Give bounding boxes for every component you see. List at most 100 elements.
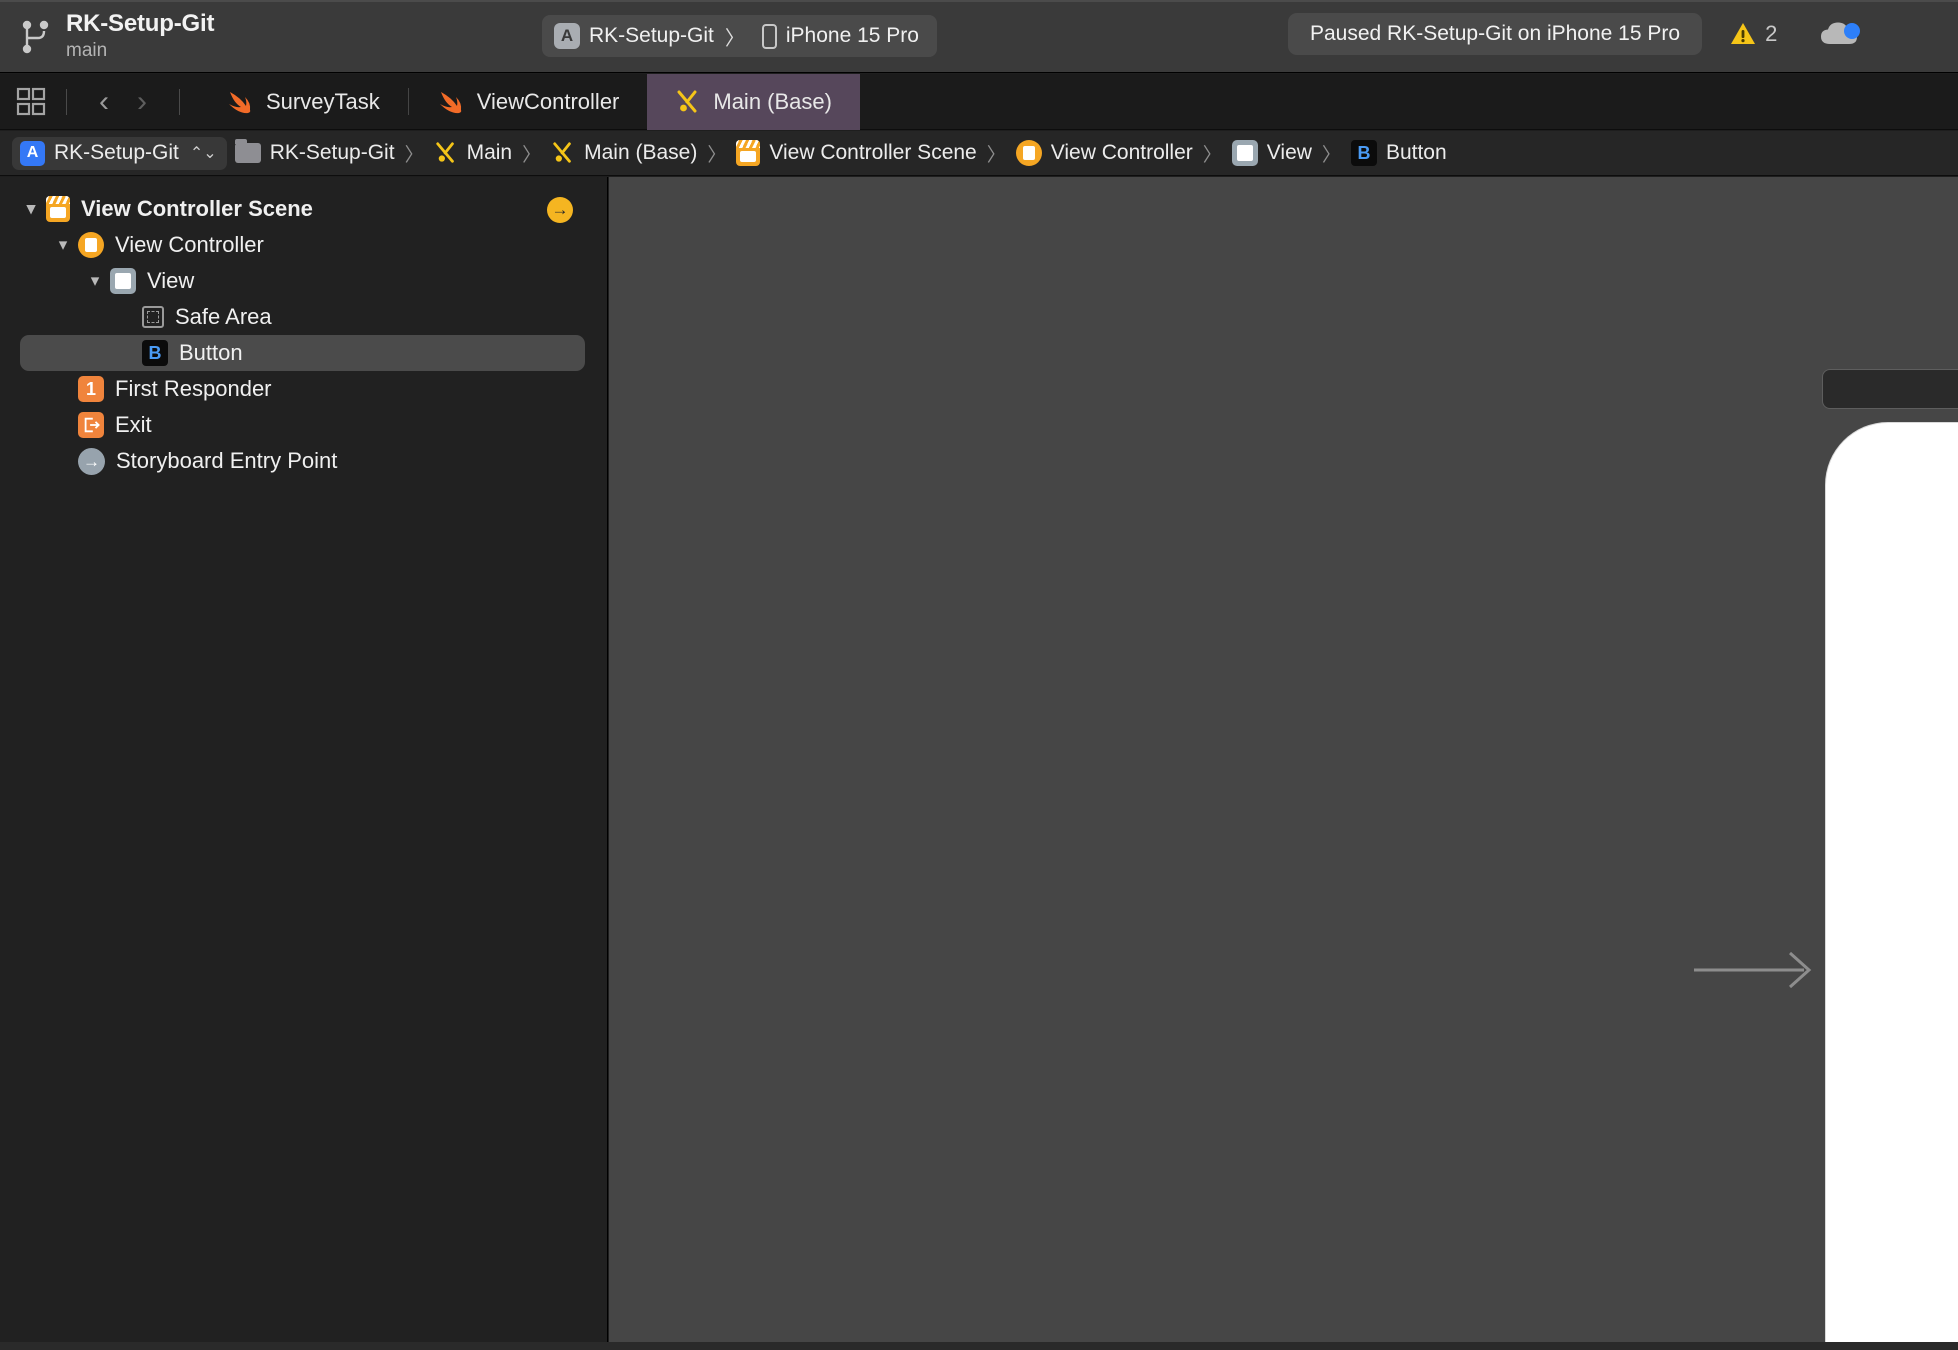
destination-name[interactable]: iPhone 15 Pro — [786, 24, 919, 48]
swift-file-icon — [229, 92, 251, 114]
breadcrumb-label: View — [1266, 141, 1312, 164]
outline-row-view[interactable]: ▾ View — [0, 263, 607, 299]
breadcrumb-separator: 〉 — [1321, 144, 1341, 166]
xcodeproj-icon: A — [20, 140, 45, 166]
chevron-updown-icon[interactable]: ⌃⌄ — [190, 143, 217, 163]
editor-layout-icon[interactable] — [16, 86, 48, 118]
tab-label: ViewController — [476, 89, 620, 114]
outline-row-exit[interactable]: ▾ Exit — [0, 407, 607, 443]
storyboard-file-icon — [677, 90, 697, 113]
breadcrumb-separator: 〉 — [404, 144, 424, 166]
outline-row-button[interactable]: ▾ B Button — [20, 335, 585, 371]
breadcrumb-separator: 〉 — [707, 144, 727, 166]
disclosure-spacer: ▾ — [50, 379, 76, 399]
tab-main-base[interactable]: Main (Base) — [647, 74, 860, 130]
button-icon: B — [1350, 140, 1377, 166]
tab-list: SurveyTask ViewController Main (Base) — [198, 74, 860, 130]
breadcrumb-label: Main — [466, 141, 513, 164]
issues-indicator[interactable]: 2 — [1730, 21, 1777, 47]
outline-row-safe-area[interactable]: ▾ Safe Area — [0, 299, 607, 335]
view-icon — [1231, 140, 1258, 166]
app-icon: A — [554, 23, 580, 49]
outline-label: Storyboard Entry Point — [116, 448, 338, 473]
breadcrumb-item-view-controller[interactable]: View Controller — [1015, 140, 1193, 166]
disclosure-triangle-icon[interactable]: ▾ — [50, 235, 76, 255]
scene-icon — [736, 140, 761, 166]
outline-label: Safe Area — [175, 304, 272, 329]
breadcrumb-separator: 〉 — [522, 144, 542, 166]
outline-label: View — [147, 268, 195, 293]
entry-point-badge-icon[interactable]: → — [547, 197, 573, 223]
breadcrumb-label: Main (Base) — [584, 141, 698, 164]
breadcrumb-item-main-base[interactable]: Main (Base) — [551, 141, 697, 165]
disclosure-triangle-icon[interactable]: ▾ — [18, 199, 44, 219]
scene-icon — [46, 196, 70, 222]
outline-row-scene[interactable]: ▾ View Controller Scene → — [0, 191, 607, 227]
breadcrumb-item-scene[interactable]: View Controller Scene — [736, 140, 977, 166]
outline-label: First Responder — [115, 376, 272, 401]
scheme-destination-selector[interactable]: A RK-Setup-Git 〉 iPhone 15 Pro — [542, 15, 937, 57]
breadcrumb-item-view[interactable]: View — [1231, 140, 1312, 166]
exit-glyph-icon — [84, 417, 100, 433]
editor-tab-bar: ‹ › SurveyTask ViewController Main (Base… — [0, 74, 1958, 130]
breadcrumb-separator: 〉 — [986, 144, 1006, 166]
breadcrumb: A RK-Setup-Git ⌃⌄ RK-Setup-Git 〉 Main 〉 … — [0, 131, 1958, 176]
swift-file-icon — [439, 92, 461, 114]
scene-dock[interactable]: 1 — [1822, 369, 1958, 409]
breadcrumb-item-folder[interactable]: RK-Setup-Git — [234, 139, 395, 165]
outline-label: View Controller — [115, 232, 264, 257]
window-toolbar: RK-Setup-Git main A RK-Setup-Git 〉 iPhon… — [0, 0, 1958, 73]
outline-label: Button — [179, 340, 243, 365]
entry-point-arrow — [1694, 951, 1812, 989]
breadcrumb-label: RK-Setup-Git — [54, 141, 179, 164]
view-controller-icon — [1015, 140, 1042, 166]
disclosure-spacer: ▾ — [50, 415, 76, 435]
breadcrumb-item-button[interactable]: B Button — [1350, 140, 1447, 166]
navigate-back-button[interactable]: ‹ — [85, 86, 123, 117]
view-icon — [110, 268, 136, 294]
outline-row-view-controller[interactable]: ▾ View Controller — [0, 227, 607, 263]
disclosure-spacer: ▾ — [114, 343, 140, 363]
outline-row-storyboard-entry-point[interactable]: ▾ → Storyboard Entry Point — [0, 443, 607, 479]
scheme-name[interactable]: RK-Setup-Git — [589, 24, 714, 48]
breadcrumb-label: Button — [1385, 141, 1447, 164]
iphone-icon — [761, 23, 777, 49]
view-controller-icon — [78, 232, 104, 258]
tab-label: SurveyTask — [266, 89, 380, 114]
disclosure-triangle-icon[interactable]: ▾ — [82, 271, 108, 291]
outline-label: Exit — [115, 412, 152, 437]
safe-area-icon — [142, 306, 164, 328]
outline-row-first-responder[interactable]: ▾ 1 First Responder — [0, 371, 607, 407]
storyboard-icon — [553, 142, 571, 163]
disclosure-spacer: ▾ — [114, 307, 140, 327]
breadcrumb-item-project[interactable]: A RK-Setup-Git ⌃⌄ — [12, 136, 227, 170]
interface-builder-canvas[interactable]: 1 Button — [609, 177, 1958, 1350]
cloud-status-icon[interactable] — [1819, 20, 1861, 48]
breadcrumb-item-main[interactable]: Main — [434, 141, 513, 165]
window-bottom-edge — [0, 1342, 1958, 1350]
breadcrumb-separator: 〉 — [1202, 144, 1222, 166]
scheme-separator-icon: 〉 — [724, 27, 745, 50]
breadcrumb-label: View Controller — [1050, 141, 1193, 164]
activity-status[interactable]: Paused RK-Setup-Git on iPhone 15 Pro — [1288, 13, 1703, 55]
document-outline: ▾ View Controller Scene → ▾ View Control… — [0, 177, 608, 1350]
storyboard-entry-point-icon: → — [78, 447, 105, 475]
project-name: RK-Setup-Git — [66, 9, 215, 37]
tab-viewcontroller[interactable]: ViewController — [409, 74, 648, 130]
tab-label: Main (Base) — [713, 89, 832, 114]
first-responder-icon: 1 — [78, 376, 104, 402]
project-identity[interactable]: RK-Setup-Git main — [18, 9, 538, 61]
divider — [179, 88, 180, 115]
folder-icon — [234, 139, 261, 163]
divider — [66, 88, 67, 115]
navigate-forward-button[interactable]: › — [123, 86, 161, 117]
storyboard-icon — [435, 142, 454, 163]
breadcrumb-label: View Controller Scene — [769, 141, 977, 164]
device-preview-iphone-15-pro[interactable] — [1826, 423, 1958, 1350]
status-area: Paused RK-Setup-Git on iPhone 15 Pro 2 — [1288, 13, 1861, 55]
tab-surveytask[interactable]: SurveyTask — [198, 74, 408, 130]
toolbar-hairline — [0, 0, 1958, 2]
warning-count: 2 — [1765, 21, 1778, 46]
outline-label: View Controller Scene — [81, 196, 313, 221]
entry-arrow-glyph: → — [78, 447, 105, 475]
